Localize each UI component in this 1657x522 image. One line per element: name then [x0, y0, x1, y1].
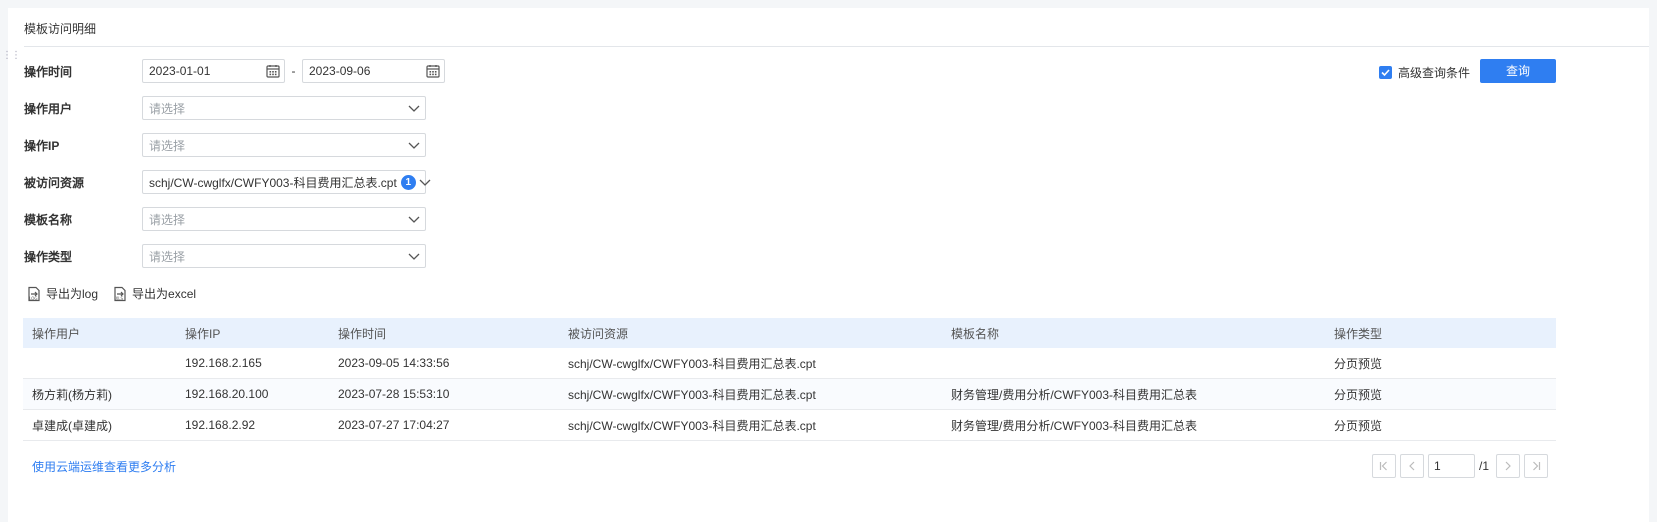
resource-select[interactable]: schj/CW-cwglfx/CWFY003-科目费用汇总表.cpt 1: [142, 170, 431, 194]
access-detail-table: 操作用户 操作IP 操作时间 被访问资源 模板名称 操作类型 192.168.2…: [23, 318, 1556, 441]
cloud-ops-link[interactable]: 使用云端运维查看更多分析: [32, 458, 176, 475]
op-type-row: 操作类型 请选择: [24, 244, 426, 268]
chevron-down-icon: [407, 101, 421, 115]
advanced-query-toggle[interactable]: 高级查询条件: [1379, 64, 1470, 80]
first-page-button[interactable]: [1372, 454, 1396, 478]
calendar-icon[interactable]: [426, 64, 440, 78]
table-header: 操作用户 操作IP 操作时间 被访问资源 模板名称 操作类型: [23, 318, 1556, 348]
op-type-placeholder: 请选择: [149, 249, 186, 264]
cell-op-type: 分页预览: [1334, 356, 1383, 371]
cell-resource: schj/CW-cwglfx/CWFY003-科目费用汇总表.cpt: [568, 418, 816, 433]
cell-op-user: 杨方莉(杨方莉): [32, 387, 112, 402]
resource-row: 被访问资源 schj/CW-cwglfx/CWFY003-科目费用汇总表.cpt…: [24, 170, 431, 194]
end-date-field[interactable]: 2023-09-06: [302, 59, 445, 83]
cell-op-ip: 192.168.20.100: [185, 387, 269, 401]
resource-label: 被访问资源: [24, 175, 85, 190]
prev-page-button[interactable]: [1400, 454, 1424, 478]
op-type-select[interactable]: 请选择: [142, 244, 426, 268]
chevron-down-icon: [418, 175, 432, 189]
panel-title: 模板访问明细: [24, 22, 97, 36]
start-date-value: 2023-01-01: [149, 64, 211, 78]
query-button[interactable]: 查询: [1480, 59, 1556, 83]
cell-op-time: 2023-09-05 14:33:56: [338, 356, 450, 370]
template-name-placeholder: 请选择: [149, 212, 186, 227]
advanced-query-label: 高级查询条件: [1398, 65, 1471, 80]
svg-text:LOG: LOG: [29, 296, 37, 301]
cell-resource: schj/CW-cwglfx/CWFY003-科目费用汇总表.cpt: [568, 387, 816, 402]
title-divider: [24, 46, 1649, 47]
cell-op-type: 分页预览: [1334, 418, 1383, 433]
calendar-icon[interactable]: [266, 64, 280, 78]
end-date-value: 2023-09-06: [309, 64, 371, 78]
cell-op-time: 2023-07-28 15:53:10: [338, 387, 450, 401]
op-user-select[interactable]: 请选择: [142, 96, 426, 120]
table-row[interactable]: 192.168.2.165 2023-09-05 14:33:56 schj/C…: [23, 348, 1556, 379]
op-user-label: 操作用户: [24, 101, 73, 116]
template-access-panel: 模板访问明细 操作时间 2023-01-01 - 2023-09-06 操作用户…: [8, 8, 1649, 522]
date-separator: -: [291, 64, 296, 78]
cell-template-name: 财务管理/费用分析/CWFY003-科目费用汇总表: [951, 418, 1198, 433]
chevron-down-icon: [407, 249, 421, 263]
op-time-label: 操作时间: [24, 64, 73, 79]
advanced-query-checkbox[interactable]: [1379, 65, 1392, 79]
cell-op-ip: 192.168.2.165: [185, 356, 262, 370]
resource-value: schj/CW-cwglfx/CWFY003-科目费用汇总表.cpt: [149, 175, 397, 190]
table-row[interactable]: 杨方莉(杨方莉) 192.168.20.100 2023-07-28 15:53…: [23, 379, 1556, 410]
first-page-icon: [1379, 461, 1387, 471]
start-date-field[interactable]: 2023-01-01: [142, 59, 285, 83]
cell-template-name: 财务管理/费用分析/CWFY003-科目费用汇总表: [951, 387, 1198, 402]
template-name-label: 模板名称: [24, 212, 73, 227]
cell-op-type: 分页预览: [1334, 387, 1383, 402]
cell-op-time: 2023-07-27 17:04:27: [338, 418, 450, 432]
next-page-button[interactable]: [1496, 454, 1521, 478]
last-page-button[interactable]: [1524, 454, 1549, 478]
op-ip-select[interactable]: 请选择: [142, 133, 426, 157]
header-resource[interactable]: 被访问资源: [559, 325, 942, 342]
chevron-down-icon: [407, 138, 421, 152]
op-time-row: 操作时间 2023-01-01 - 2023-09-06: [24, 59, 445, 83]
export-log-label: 导出为log: [46, 287, 99, 301]
header-op-ip[interactable]: 操作IP: [176, 325, 329, 342]
header-template-name[interactable]: 模板名称: [942, 325, 1325, 342]
export-excel-button[interactable]: XLS 导出为excel: [112, 285, 196, 302]
export-toolbar: LOG 导出为log XLS 导出为excel: [26, 285, 210, 302]
chevron-down-icon: [407, 212, 421, 226]
op-user-placeholder: 请选择: [149, 101, 186, 116]
op-ip-label: 操作IP: [24, 138, 60, 153]
table-row[interactable]: 卓建成(卓建成) 192.168.2.92 2023-07-27 17:04:2…: [23, 410, 1556, 441]
export-log-button[interactable]: LOG 导出为log: [26, 285, 98, 302]
cell-op-user: 卓建成(卓建成): [32, 418, 112, 433]
selected-count-badge: 1: [400, 174, 416, 190]
template-name-select[interactable]: 请选择: [142, 207, 426, 231]
prev-page-icon: [1409, 461, 1415, 471]
next-page-icon: [1505, 461, 1511, 471]
header-op-type[interactable]: 操作类型: [1325, 325, 1556, 342]
svg-text:XLS: XLS: [116, 296, 124, 301]
op-ip-placeholder: 请选择: [149, 138, 186, 153]
cell-op-ip: 192.168.2.92: [185, 418, 256, 432]
header-op-time[interactable]: 操作时间: [329, 325, 559, 342]
export-file-icon: XLS: [112, 286, 128, 302]
template-name-row: 模板名称 请选择: [24, 207, 426, 231]
cell-resource: schj/CW-cwglfx/CWFY003-科目费用汇总表.cpt: [568, 356, 816, 371]
op-type-label: 操作类型: [24, 249, 73, 264]
last-page-icon: [1533, 461, 1541, 471]
export-excel-label: 导出为excel: [132, 287, 197, 301]
page-total: /1: [1479, 459, 1490, 473]
pagination: 1 /1: [1372, 454, 1552, 478]
checkbox-check-icon: [1381, 68, 1390, 76]
op-ip-row: 操作IP 请选择: [24, 133, 426, 157]
header-op-user[interactable]: 操作用户: [23, 325, 176, 342]
page-number-input[interactable]: 1: [1428, 454, 1475, 478]
export-file-icon: LOG: [26, 286, 42, 302]
op-user-row: 操作用户 请选择: [24, 96, 426, 120]
resize-handle[interactable]: ⋮⋮: [2, 51, 21, 66]
